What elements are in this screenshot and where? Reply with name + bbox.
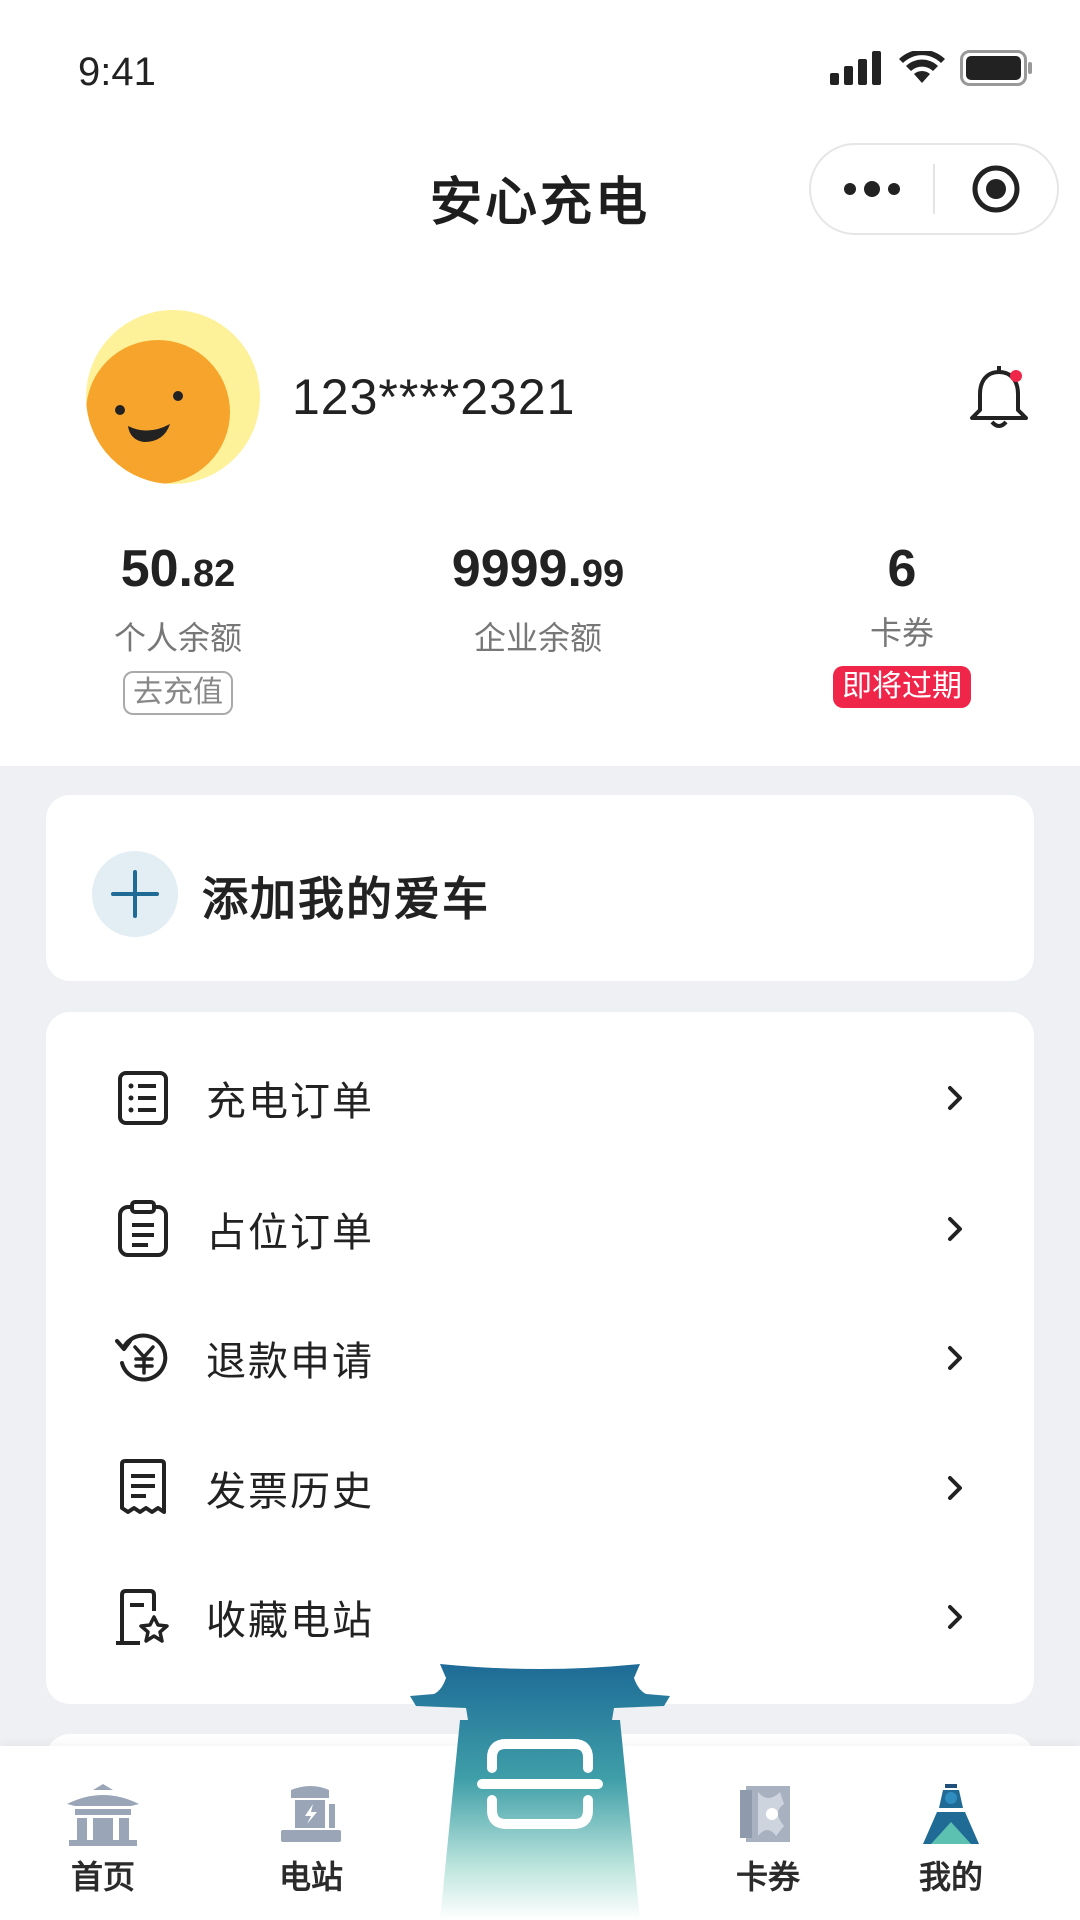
tab-mine[interactable]: 我的 [891,1746,1011,1920]
status-time: 9:41 [78,50,156,94]
menu-item-label: 退款申请 [206,1339,374,1385]
add-circle [92,851,178,937]
username: 123****2321 [292,369,576,425]
profile-icon [923,1784,979,1844]
battery-icon [960,50,1032,86]
mini-program-capsule [809,143,1059,235]
menu-item-charge-orders[interactable]: 充电订单 [46,1034,1034,1162]
bell-icon [970,366,1028,428]
coupons-label: 卡券 [869,614,934,652]
status-icons [830,50,1034,86]
more-dots-icon [844,181,900,197]
menu-item-label: 充电订单 [206,1079,374,1125]
menu-item-placeholder-orders[interactable]: 占位订单 [46,1165,1034,1293]
add-car-label: 添加我的爱车 [202,872,490,926]
menu-card: 充电订单 占位订单 退款申请 发票历史 收藏电站 [46,1012,1034,1704]
personal-balance-value: 50.82 [120,540,236,598]
chevron-right-icon [948,1217,962,1241]
enterprise-balance-value: 9999.99 [451,540,625,598]
menu-item-favorite-stations[interactable]: 收藏电站 [46,1553,1034,1681]
tab-label: 电站 [278,1858,343,1896]
chevron-right-icon [948,1605,962,1629]
clipboard-icon [114,1200,172,1258]
menu-item-invoice-history[interactable]: 发票历史 [46,1424,1034,1552]
home-pavilion-icon [67,1784,139,1846]
invoice-icon [114,1459,172,1517]
chevron-right-icon [948,1086,962,1110]
enterprise-balance[interactable]: 9999.99 企业余额 [388,538,688,659]
chevron-right-icon [948,1476,962,1500]
station-icon [281,1786,341,1842]
menu-item-label: 发票历史 [206,1469,374,1515]
status-bar: 9:41 [0,0,1080,120]
favorite-station-icon [114,1588,172,1646]
enterprise-balance-label: 企业余额 [473,619,602,657]
expiring-badge: 即将过期 [833,666,971,708]
tab-coupons[interactable]: 卡券 [708,1746,828,1920]
coupons-stat[interactable]: 6 卡券 即将过期 [752,538,1052,708]
menu-item-refund[interactable]: 退款申请 [46,1294,1034,1422]
menu-item-label: 收藏电站 [206,1598,374,1644]
chevron-right-icon [948,1346,962,1370]
coupon-icon [740,1786,790,1842]
notification-button[interactable] [968,364,1030,434]
avatar-face-icon [86,310,260,484]
tab-home[interactable]: 首页 [43,1746,163,1920]
target-icon [972,165,1020,213]
close-program-button[interactable] [935,145,1057,233]
avatar[interactable] [86,310,260,484]
plus-icon [111,870,159,918]
tab-label: 卡券 [735,1858,800,1896]
menu-item-label: 占位订单 [206,1210,374,1256]
add-car-card[interactable]: 添加我的爱车 [46,795,1034,981]
scan-tab[interactable] [408,1664,672,1920]
tab-label: 首页 [70,1858,135,1896]
recharge-button[interactable]: 去充值 [123,671,233,715]
personal-balance[interactable]: 50.82 个人余额 去充值 [28,538,328,715]
signal-icon [830,51,881,85]
wifi-icon [899,51,945,83]
more-button[interactable] [811,145,933,233]
refund-icon [114,1329,172,1387]
tab-station[interactable]: 电站 [251,1746,371,1920]
personal-balance-label: 个人余额 [113,619,242,657]
order-list-icon [114,1069,172,1127]
scan-tower-icon [410,1664,670,1920]
coupons-count: 6 [887,540,917,598]
tab-label: 我的 [918,1858,983,1896]
